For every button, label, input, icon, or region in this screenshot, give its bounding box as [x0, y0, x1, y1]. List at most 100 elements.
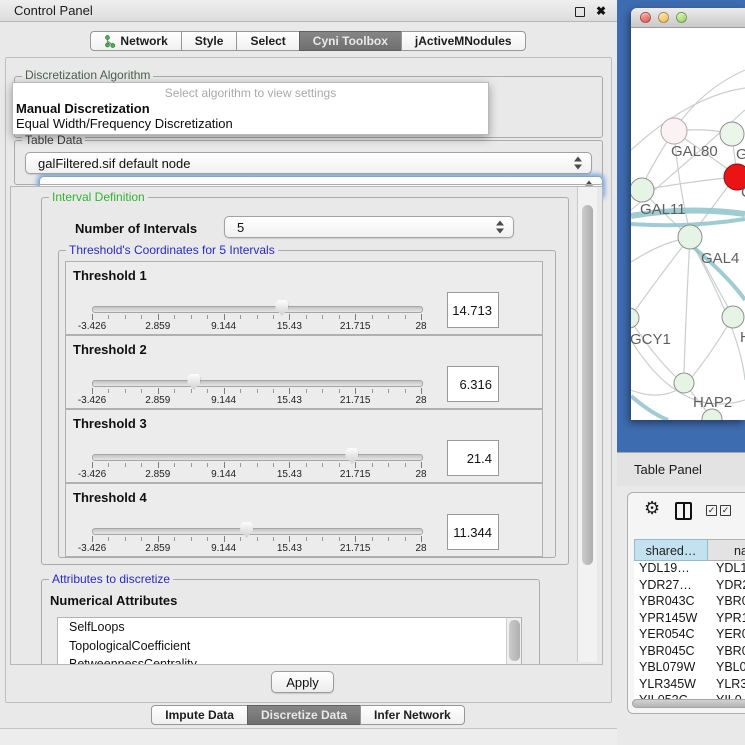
bottom-tab-impute-data[interactable]: Impute Data	[151, 705, 248, 725]
network-icon	[104, 35, 115, 48]
table-row[interactable]: YLR345W YLR3	[634, 677, 745, 694]
slider-track[interactable]	[92, 454, 423, 461]
table-row[interactable]: YPR145WYPR1	[634, 611, 745, 628]
network-node-label: GA	[736, 146, 745, 163]
table-row[interactable]: YDR27…YDR2	[634, 578, 745, 595]
settings-scroll-area: Interval Definition Number of Intervals …	[10, 186, 603, 665]
slider-tick-labels: -3.4262.8599.14415.4321.71528	[92, 395, 421, 406]
close-icon[interactable]: ✖	[596, 3, 606, 19]
spinner-arrows-icon	[496, 221, 505, 234]
float-window-icon[interactable]	[575, 7, 585, 17]
network-node-label: HAP2	[693, 394, 732, 411]
network-window-titlebar[interactable]	[631, 8, 745, 28]
network-node[interactable]	[661, 118, 687, 144]
cell-name: YDR2	[716, 578, 745, 592]
scrollbar-thumb[interactable]	[509, 620, 520, 661]
tab-cyni-toolbox[interactable]: Cyni Toolbox	[299, 31, 402, 51]
network-node[interactable]	[720, 122, 744, 146]
split-panel-icon[interactable]	[675, 502, 692, 520]
discretization-algorithm-group-title: Discretization Algorithm	[22, 69, 153, 82]
bottom-tab-discretize-data[interactable]: Discretize Data	[247, 705, 361, 725]
slider-ticks	[92, 536, 421, 543]
gear-icon[interactable]: ⚙	[644, 498, 660, 518]
network-canvas[interactable]: GAL80GACGAL11GAL4GCY1HHAP2	[631, 28, 745, 420]
attribute-list-item[interactable]: TopologicalCoefficient	[58, 637, 521, 656]
column-header-name[interactable]: name	[708, 539, 745, 561]
node-table-container: ⚙ ✓ ✓ shared… name YDL19…YDL1YDR27…YDR2Y…	[627, 492, 745, 714]
tab-network[interactable]: Network	[90, 31, 181, 51]
desktop-area: GAL80GACGAL11GAL4GCY1HHAP2 Table Panel ⚙…	[617, 0, 745, 745]
attributes-to-discretize-group: Attributes to discretize Numerical Attri…	[41, 579, 540, 665]
threshold-4-panel: Threshold 4-3.4262.8599.14415.4321.71528…	[65, 483, 543, 557]
tab-label: Style	[195, 32, 224, 50]
dropdown-option-equal-width-frequency[interactable]: Equal Width/Frequency Discretization	[13, 116, 488, 131]
slider-track[interactable]	[92, 306, 423, 313]
attribute-list-item[interactable]: BetweennessCentrality	[58, 655, 521, 665]
slider-ticks	[92, 462, 421, 469]
cell-name: YLR3	[716, 677, 745, 691]
control-panel-title: Control Panel	[14, 3, 93, 18]
tab-select[interactable]: Select	[236, 31, 299, 51]
table-row[interactable]: YBL079WYBL0	[634, 660, 745, 677]
table-data-group-title: Table Data	[22, 134, 85, 147]
table-panel-body: ⚙ ✓ ✓ shared… name YDL19…YDL1YDR27…YDR2Y…	[617, 486, 745, 745]
tab-label: Select	[250, 32, 285, 50]
network-edge	[642, 178, 726, 190]
threshold-value-field[interactable]: 11.344	[447, 514, 499, 550]
apply-button[interactable]: Apply	[271, 671, 334, 693]
threshold-3-panel: Threshold 3-3.4262.8599.14415.4321.71528…	[65, 409, 543, 483]
select-columns-checkbox-icon[interactable]: ✓	[706, 505, 717, 516]
minimize-traffic-light-icon[interactable]	[658, 12, 669, 23]
bottom-tab-label: Discretize Data	[261, 706, 347, 724]
slider-track[interactable]	[92, 380, 423, 387]
threshold-coordinates-group-title: Threshold's Coordinates for 5 Intervals	[66, 244, 278, 257]
threshold-coordinates-group: Threshold's Coordinates for 5 Intervals …	[58, 250, 556, 558]
threshold-label: Threshold 2	[73, 342, 147, 357]
bottom-tab-infer-network[interactable]: Infer Network	[360, 705, 465, 725]
table-row[interactable]: YBR043CYBR0	[634, 594, 745, 611]
tab-label: Cyni Toolbox	[313, 32, 388, 50]
slider-tick-labels: -3.4262.8599.14415.4321.71528	[92, 543, 421, 554]
number-of-intervals-select[interactable]: 5	[224, 216, 514, 238]
dropdown-prompt: Select algorithm to view settings	[13, 83, 488, 101]
numerical-attributes-list: SelfLoopsTopologicalCoefficientBetweenne…	[57, 617, 522, 665]
network-view-window[interactable]: GAL80GACGAL11GAL4GCY1HHAP2	[631, 8, 745, 420]
attribute-list-item[interactable]: SelfLoops	[58, 618, 521, 637]
table-horizontal-scrollbar[interactable]	[632, 698, 745, 709]
screenshot-root: Control Panel ✖ Network Style Select Cyni T…	[0, 0, 745, 745]
network-node[interactable]	[631, 308, 639, 328]
scrollbar-thumb[interactable]	[582, 205, 593, 565]
threshold-value-field[interactable]: 14.713	[447, 292, 499, 328]
column-header-shared-name[interactable]: shared…	[634, 539, 708, 561]
tab-label: jActiveMNodules	[415, 32, 512, 50]
attributes-group-title: Attributes to discretize	[49, 573, 173, 586]
control-panel-bottom-strip	[0, 728, 617, 745]
tab-style[interactable]: Style	[181, 31, 238, 51]
scrollbar-thumb[interactable]	[632, 699, 745, 708]
threshold-value-field[interactable]: 21.4	[447, 440, 499, 476]
attributes-list-scrollbar[interactable]	[506, 618, 521, 665]
select-rows-checkbox-icon[interactable]: ✓	[720, 505, 731, 516]
slider-track[interactable]	[92, 528, 423, 535]
settings-vertical-scrollbar[interactable]	[577, 187, 597, 662]
network-node[interactable]	[678, 225, 702, 249]
tab-jactivemnodules[interactable]: jActiveMNodules	[401, 31, 526, 51]
table-data-select[interactable]: galFiltered.sif default node	[25, 152, 592, 174]
threshold-value-field[interactable]: 6.316	[447, 366, 499, 402]
close-traffic-light-icon[interactable]	[640, 12, 651, 23]
network-node[interactable]	[674, 373, 694, 393]
table-row[interactable]: YER054CYER0	[634, 627, 745, 644]
table-row[interactable]: YBR045CYBR0	[634, 644, 745, 661]
table-panel-title: Table Panel	[634, 462, 702, 477]
algorithm-dropdown-popup: Select algorithm to view settings Manual…	[12, 82, 489, 135]
zoom-traffic-light-icon[interactable]	[676, 12, 687, 23]
network-node[interactable]	[722, 306, 744, 328]
table-row[interactable]: YDL19…YDL1	[634, 561, 745, 578]
network-node[interactable]	[631, 178, 654, 202]
network-edge-thick	[631, 396, 668, 420]
table-panel-titlebar: Table Panel	[617, 452, 745, 486]
cell-shared-name: YBR043C	[639, 594, 708, 608]
cell-shared-name: YLR345W	[639, 677, 708, 691]
dropdown-option-manual-discretization[interactable]: Manual Discretization	[13, 101, 488, 116]
interval-definition-group: Interval Definition Number of Intervals …	[41, 197, 569, 565]
